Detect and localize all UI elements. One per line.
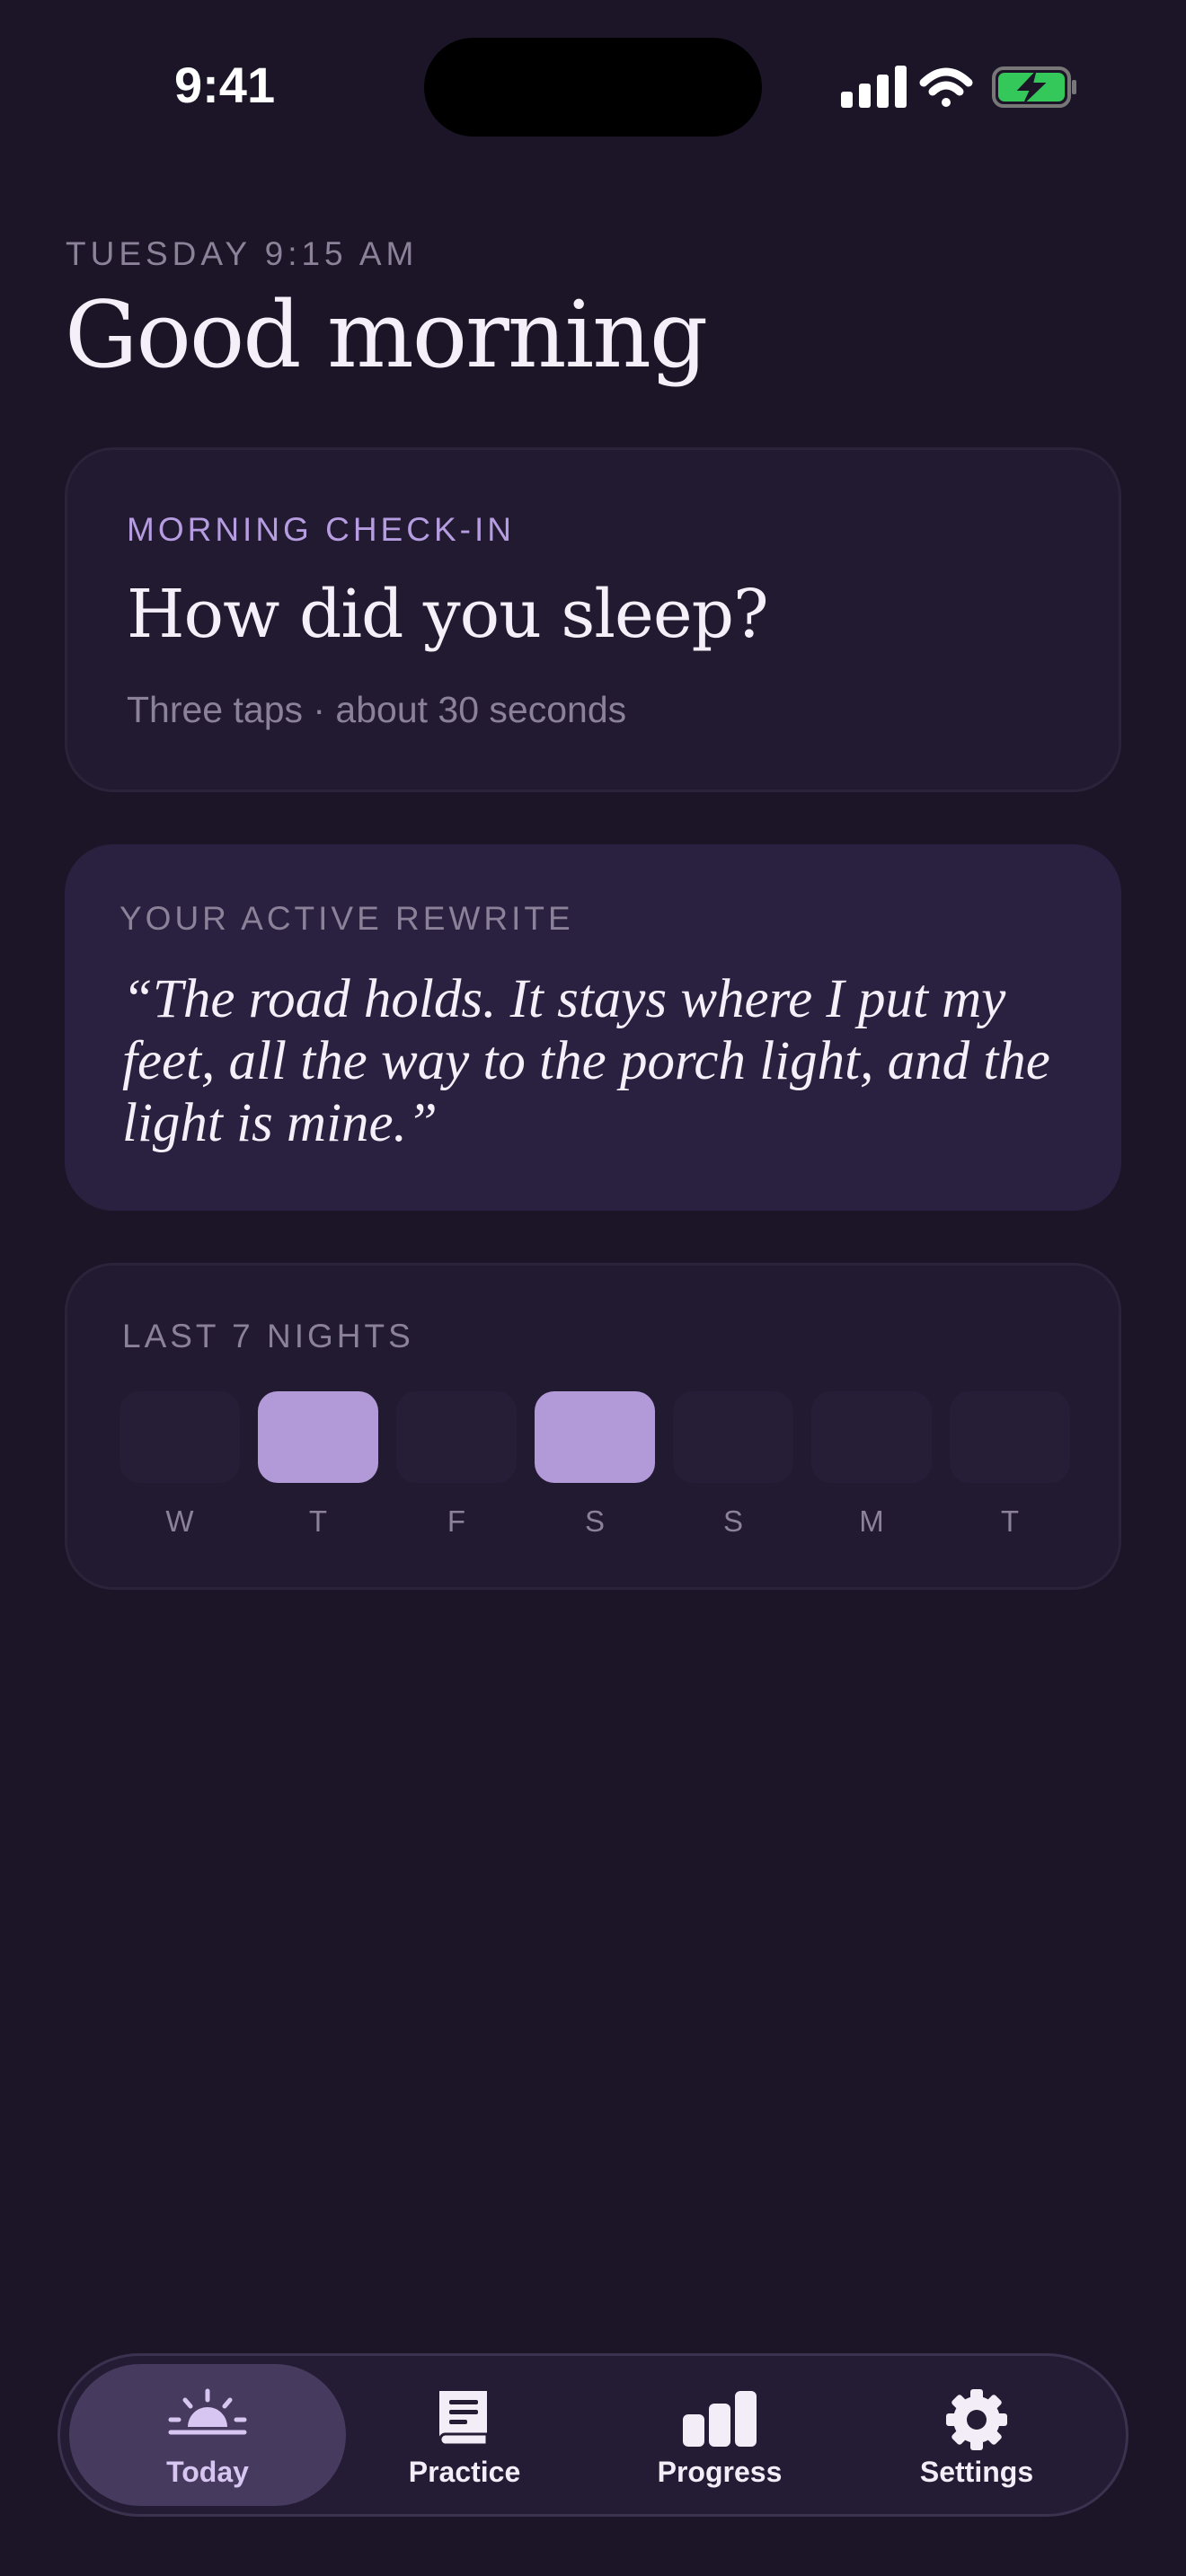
- night-cell: [258, 1391, 378, 1483]
- night-cell: [396, 1391, 517, 1483]
- night-item: T: [258, 1391, 378, 1539]
- checkin-subtitle: Three taps · about 30 seconds: [127, 689, 627, 730]
- dynamic-island: [424, 38, 762, 137]
- last-7-nights-card: LAST 7 NIGHTS W T F S S M T: [65, 1263, 1121, 1590]
- tab-progress-label: Progress: [657, 2456, 783, 2488]
- tab-today[interactable]: Today: [69, 2364, 346, 2506]
- night-item: T: [950, 1391, 1070, 1539]
- tab-practice[interactable]: Practice: [326, 2364, 603, 2506]
- date-label: TUESDAY 9:15 AM: [66, 235, 419, 272]
- bar-chart-icon: [683, 2391, 757, 2447]
- night-day-label: F: [447, 1504, 466, 1538]
- night-day-label: W: [165, 1504, 194, 1538]
- battery-icon: [992, 66, 1076, 108]
- status-time: 9:41: [174, 57, 276, 113]
- nights-kicker: LAST 7 NIGHTS: [122, 1318, 414, 1354]
- morning-checkin-card[interactable]: MORNING CHECK-IN How did you sleep? Thre…: [65, 447, 1121, 792]
- wifi-icon: [919, 67, 973, 107]
- tab-practice-label: Practice: [408, 2456, 521, 2488]
- night-day-label: T: [308, 1504, 328, 1538]
- checkin-kicker: MORNING CHECK-IN: [127, 511, 515, 548]
- greeting-title: Good morning: [65, 282, 708, 389]
- status-icons: [841, 66, 1076, 108]
- night-day-label: M: [859, 1504, 884, 1538]
- night-cell: [811, 1391, 932, 1483]
- night-item: S: [535, 1391, 655, 1539]
- tab-bar: Today Practice Progress Settings: [58, 2353, 1128, 2517]
- rewrite-quote: “The road holds. It stays where I put my…: [122, 969, 1050, 1153]
- night-cell: [950, 1391, 1070, 1483]
- night-cell: [673, 1391, 793, 1483]
- signal-icon: [841, 66, 907, 108]
- nights-row: W T F S S M T: [119, 1391, 1070, 1539]
- night-cell: [535, 1391, 655, 1483]
- night-item: F: [396, 1391, 517, 1539]
- tab-today-label: Today: [166, 2456, 249, 2488]
- night-day-label: S: [722, 1504, 743, 1538]
- tab-settings[interactable]: Settings: [838, 2364, 1115, 2506]
- active-rewrite-card[interactable]: YOUR ACTIVE REWRITE “The road holds. It …: [65, 844, 1121, 1211]
- night-day-label: T: [1000, 1504, 1020, 1538]
- sunrise-icon: [168, 2388, 247, 2435]
- book-icon: [438, 2391, 489, 2447]
- gear-icon: [946, 2389, 1007, 2450]
- rewrite-kicker: YOUR ACTIVE REWRITE: [119, 900, 574, 937]
- tab-settings-label: Settings: [919, 2456, 1034, 2488]
- night-item: W: [119, 1391, 240, 1539]
- night-item: S: [673, 1391, 793, 1539]
- night-item: M: [811, 1391, 932, 1539]
- night-day-label: S: [584, 1504, 605, 1538]
- night-cell: [119, 1391, 240, 1483]
- tab-progress[interactable]: Progress: [581, 2364, 858, 2506]
- checkin-title: How did you sleep?: [127, 576, 769, 653]
